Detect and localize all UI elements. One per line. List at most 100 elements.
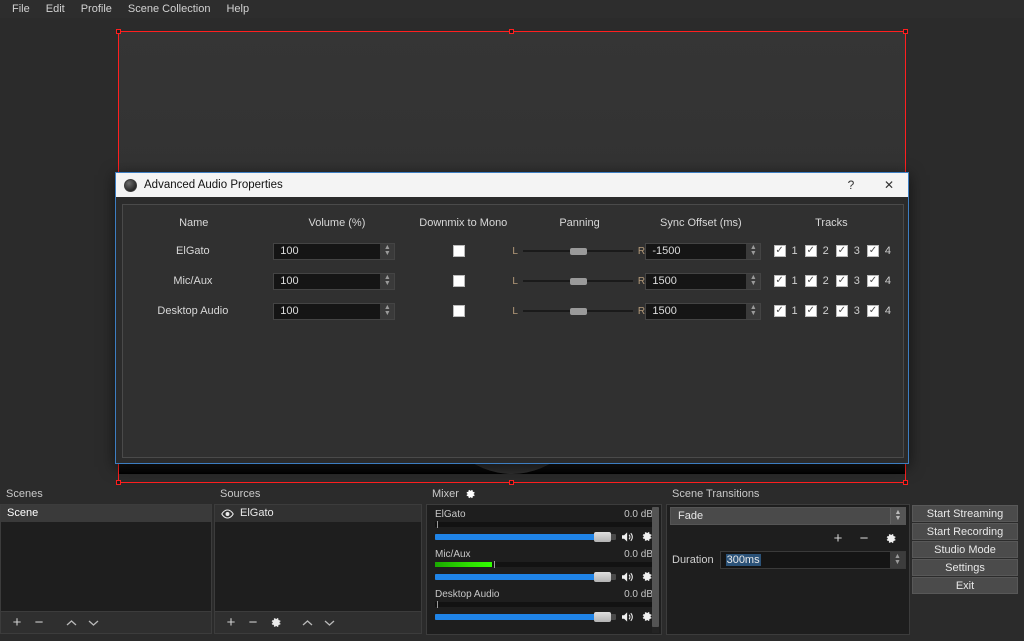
track-toggle[interactable]: ✓3 (836, 275, 860, 287)
duration-spinner[interactable]: ▲ ▼ (890, 552, 905, 568)
track-checkbox[interactable]: ✓ (774, 275, 786, 287)
track-toggle[interactable]: ✓3 (836, 305, 860, 317)
sync-offset-input[interactable]: 1500 ▲ ▼ (645, 303, 761, 320)
scenes-list[interactable]: Scene (0, 504, 212, 612)
track-label: 3 (854, 305, 860, 317)
scenes-dock: Scenes Scene + − (0, 485, 212, 634)
list-item[interactable]: ElGato (215, 505, 421, 522)
transition-select-spinner[interactable]: ▲ ▼ (890, 508, 905, 524)
volume-spinner[interactable]: ▲ ▼ (380, 244, 394, 259)
track-checkbox[interactable]: ✓ (805, 305, 817, 317)
start-recording-button[interactable]: Start Recording (912, 523, 1018, 540)
duration-input[interactable]: 300ms ▲ ▼ (720, 551, 906, 569)
mixer-scrollbar[interactable] (652, 507, 659, 633)
volume-slider-knob[interactable] (594, 612, 611, 622)
pan-left-label: L (512, 306, 518, 317)
volume-input[interactable]: 100 ▲ ▼ (273, 273, 395, 290)
menu-help[interactable]: Help (218, 1, 257, 17)
add-transition-button[interactable]: + (829, 529, 847, 547)
track-toggle[interactable]: ✓1 (774, 275, 798, 287)
track-toggle[interactable]: ✓2 (805, 305, 829, 317)
track-checkbox[interactable]: ✓ (836, 245, 848, 257)
remove-transition-button[interactable]: − (855, 529, 873, 547)
volume-slider[interactable] (435, 614, 616, 620)
sync-offset-input[interactable]: 1500 ▲ ▼ (645, 273, 761, 290)
panning-slider-knob[interactable] (570, 308, 587, 315)
downmix-checkbox[interactable]: ✓ (453, 305, 465, 317)
eye-icon[interactable] (221, 509, 234, 519)
volume-slider-knob[interactable] (594, 532, 611, 542)
track-checkbox[interactable]: ✓ (774, 305, 786, 317)
volume-input[interactable]: 100 ▲ ▼ (273, 243, 395, 260)
move-scene-up-button[interactable] (61, 614, 81, 632)
studio-mode-button[interactable]: Studio Mode (912, 541, 1018, 558)
transition-select[interactable]: Fade ▲ ▼ (670, 507, 906, 525)
settings-button[interactable]: Settings (912, 559, 1018, 576)
sources-list[interactable]: ElGato (214, 504, 422, 612)
menu-scene-collection[interactable]: Scene Collection (120, 1, 219, 17)
menu-profile[interactable]: Profile (73, 1, 120, 17)
remove-source-button[interactable]: − (243, 614, 263, 632)
panning-slider[interactable] (523, 275, 633, 287)
chevron-down-icon (324, 619, 335, 627)
mixer-dock: Mixer ElGato 0.0 dB (426, 485, 662, 635)
volume-spinner[interactable]: ▲ ▼ (380, 274, 394, 289)
speaker-icon-svg (621, 531, 635, 543)
track-toggle[interactable]: ✓1 (774, 245, 798, 257)
dialog-close-button[interactable]: ✕ (870, 173, 908, 197)
panning-slider[interactable] (523, 245, 633, 257)
track-toggle[interactable]: ✓1 (774, 305, 798, 317)
track-toggle[interactable]: ✓4 (867, 305, 891, 317)
downmix-checkbox[interactable]: ✓ (453, 275, 465, 287)
remove-scene-button[interactable]: − (29, 614, 49, 632)
start-streaming-button[interactable]: Start Streaming (912, 505, 1018, 522)
panning-slider-knob[interactable] (570, 248, 587, 255)
menu-edit[interactable]: Edit (38, 1, 73, 17)
sync-offset-input[interactable]: -1500 ▲ ▼ (645, 243, 761, 260)
exit-button[interactable]: Exit (912, 577, 1018, 594)
track-checkbox[interactable]: ✓ (867, 305, 879, 317)
add-source-button[interactable]: + (221, 614, 241, 632)
volume-input[interactable]: 100 ▲ ▼ (273, 303, 395, 320)
speaker-icon[interactable] (621, 611, 635, 623)
transition-duration-row: Duration 300ms ▲ ▼ (667, 549, 909, 569)
volume-slider[interactable] (435, 574, 616, 580)
mixer-scrollbar-thumb[interactable] (652, 507, 659, 627)
sync-offset-spinner[interactable]: ▲ ▼ (746, 244, 760, 259)
list-item[interactable]: Scene (1, 505, 211, 522)
panning-slider[interactable] (523, 305, 633, 317)
downmix-checkbox[interactable]: ✓ (453, 245, 465, 257)
sync-offset-spinner[interactable]: ▲ ▼ (746, 274, 760, 289)
move-scene-down-button[interactable] (83, 614, 103, 632)
add-scene-button[interactable]: + (7, 614, 27, 632)
speaker-icon[interactable] (621, 531, 635, 543)
track-checkbox[interactable]: ✓ (867, 275, 879, 287)
track-toggle[interactable]: ✓3 (836, 245, 860, 257)
menu-file[interactable]: File (4, 1, 38, 17)
track-checkbox[interactable]: ✓ (805, 275, 817, 287)
mixer-channel-header: ElGato 0.0 dB (435, 509, 653, 520)
volume-slider[interactable] (435, 534, 616, 540)
volume-slider-knob[interactable] (594, 572, 611, 582)
track-checkbox[interactable]: ✓ (836, 275, 848, 287)
move-source-up-button[interactable] (297, 614, 317, 632)
track-toggle[interactable]: ✓4 (867, 275, 891, 287)
transition-properties-button[interactable] (881, 529, 899, 547)
volume-spinner[interactable]: ▲ ▼ (380, 304, 394, 319)
track-checkbox[interactable]: ✓ (836, 305, 848, 317)
dialog-titlebar[interactable]: Advanced Audio Properties ? ✕ (116, 173, 908, 197)
track-checkbox[interactable]: ✓ (867, 245, 879, 257)
track-checkbox[interactable]: ✓ (774, 245, 786, 257)
track-toggle[interactable]: ✓2 (805, 275, 829, 287)
move-source-down-button[interactable] (319, 614, 339, 632)
dialog-help-button[interactable]: ? (832, 173, 870, 197)
panning-slider-knob[interactable] (570, 278, 587, 285)
source-properties-button[interactable] (265, 614, 285, 632)
mixer-title: Mixer (426, 485, 662, 504)
sync-offset-spinner[interactable]: ▲ ▼ (746, 304, 760, 319)
gear-icon[interactable] (464, 488, 476, 500)
track-toggle[interactable]: ✓2 (805, 245, 829, 257)
track-toggle[interactable]: ✓4 (867, 245, 891, 257)
track-checkbox[interactable]: ✓ (805, 245, 817, 257)
speaker-icon[interactable] (621, 571, 635, 583)
